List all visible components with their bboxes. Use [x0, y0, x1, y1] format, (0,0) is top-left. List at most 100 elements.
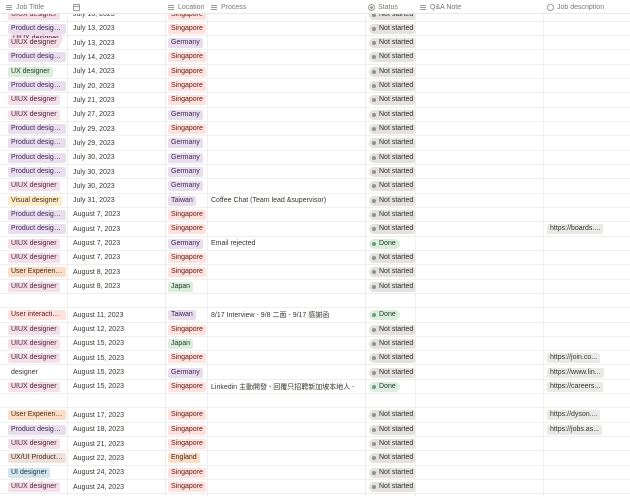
table-row[interactable]: User Experience... August 17, 2023 Singapo…: [0, 408, 630, 423]
date-cell[interactable]: [73, 394, 163, 408]
status-cell[interactable]: Not started: [369, 165, 415, 179]
job-description-cell[interactable]: [547, 208, 627, 222]
location-cell[interactable]: Singapore: [168, 423, 206, 437]
location-cell[interactable]: Singapore: [168, 437, 206, 451]
location-cell[interactable]: Singapore: [168, 466, 206, 480]
date-cell[interactable]: July 29, 2023: [73, 122, 163, 136]
date-cell[interactable]: August 8, 2023: [73, 265, 163, 279]
job-title-cell[interactable]: UIUX designer: [8, 380, 66, 394]
date-cell[interactable]: August 7, 2023: [73, 251, 163, 265]
location-cell[interactable]: Singapore: [168, 380, 206, 394]
job-description-cell[interactable]: [547, 136, 627, 150]
status-cell[interactable]: Not started: [369, 108, 415, 122]
process-cell[interactable]: [211, 108, 363, 122]
qa-note-cell[interactable]: [420, 466, 540, 480]
job-title-cell[interactable]: Product designer: [8, 79, 66, 93]
qa-note-cell[interactable]: [420, 79, 540, 93]
table-row[interactable]: [0, 394, 630, 409]
job-title-cell[interactable]: UX/UI Product d...: [8, 451, 66, 465]
table-row[interactable]: Product designer July 29, 2023 Germany Not …: [0, 136, 630, 151]
qa-note-cell[interactable]: [420, 50, 540, 64]
qa-note-cell[interactable]: [420, 222, 540, 236]
qa-note-cell[interactable]: [420, 451, 540, 465]
date-cell[interactable]: August 18, 2023: [73, 423, 163, 437]
table-row[interactable]: User interaction ... August 11, 2023 Taiwa…: [0, 308, 630, 323]
job-title-cell[interactable]: Product designer: [8, 122, 66, 136]
status-cell[interactable]: Not started: [369, 179, 415, 193]
date-cell[interactable]: August 7, 2023: [73, 208, 163, 222]
qa-note-cell[interactable]: [420, 251, 540, 265]
qa-note-cell[interactable]: [420, 208, 540, 222]
date-cell[interactable]: August 15, 2023: [73, 351, 163, 365]
job-title-cell[interactable]: designer: [8, 366, 66, 380]
process-cell[interactable]: [211, 222, 363, 236]
job-description-cell[interactable]: [547, 22, 627, 36]
process-cell[interactable]: [211, 79, 363, 93]
job-description-cell[interactable]: [547, 294, 627, 308]
job-title-cell[interactable]: UIUX designer: [8, 93, 66, 107]
location-cell[interactable]: Singapore: [168, 93, 206, 107]
table-row[interactable]: UIUX designer August 15, 2023 Japan Not sta…: [0, 337, 630, 352]
process-cell[interactable]: [211, 122, 363, 136]
job-description-cell[interactable]: [547, 237, 627, 251]
status-cell[interactable]: Not started: [369, 265, 415, 279]
table-row[interactable]: UX designer July 14, 2023 Singapore Not sta…: [0, 65, 630, 80]
job-description-cell[interactable]: [547, 151, 627, 165]
table-row[interactable]: Product designer August 18, 2023 Singapore…: [0, 423, 630, 438]
header-qa-note[interactable]: Q&A Note: [420, 0, 461, 14]
date-cell[interactable]: August 21, 2023: [73, 437, 163, 451]
job-description-cell[interactable]: [547, 36, 627, 50]
qa-note-cell[interactable]: [420, 136, 540, 150]
process-cell[interactable]: [211, 423, 363, 437]
table-row[interactable]: Product designer July 20, 2023 Singapore No…: [0, 79, 630, 94]
date-cell[interactable]: August 24, 2023: [73, 480, 163, 494]
status-cell[interactable]: Done: [369, 380, 415, 394]
status-cell[interactable]: Not started: [369, 437, 415, 451]
date-cell[interactable]: July 30, 2023: [73, 179, 163, 193]
date-cell[interactable]: August 22, 2023: [73, 451, 163, 465]
process-cell[interactable]: [211, 151, 363, 165]
location-cell[interactable]: Germany: [168, 366, 206, 380]
location-cell[interactable]: Singapore: [168, 323, 206, 337]
location-cell[interactable]: Singapore: [168, 79, 206, 93]
qa-note-cell[interactable]: [420, 308, 540, 322]
job-description-cell[interactable]: [547, 194, 627, 208]
process-cell[interactable]: [211, 36, 363, 50]
table-row[interactable]: Product designer August 7, 2023 Singapore N…: [0, 222, 630, 237]
job-description-cell[interactable]: [547, 50, 627, 64]
qa-note-cell[interactable]: [420, 337, 540, 351]
qa-note-cell[interactable]: [420, 237, 540, 251]
job-description-cell[interactable]: [547, 122, 627, 136]
qa-note-cell[interactable]: [420, 165, 540, 179]
table-row[interactable]: Product designer July 13, 2023 Singapore No…: [0, 22, 630, 43]
job-description-cell[interactable]: [547, 323, 627, 337]
date-cell[interactable]: August 15, 2023: [73, 337, 163, 351]
location-cell[interactable]: Singapore: [168, 480, 206, 494]
job-description-cell[interactable]: [547, 337, 627, 351]
header-status[interactable]: Status: [368, 0, 398, 14]
status-cell[interactable]: Not started: [369, 366, 415, 380]
process-cell[interactable]: [211, 337, 363, 351]
job-title-cell[interactable]: UIUX designer: [8, 179, 66, 193]
qa-note-cell[interactable]: [420, 36, 540, 50]
qa-note-cell[interactable]: [420, 179, 540, 193]
location-cell[interactable]: [168, 394, 206, 408]
process-cell[interactable]: [211, 351, 363, 365]
job-description-cell[interactable]: https://dyson....: [547, 408, 627, 422]
date-cell[interactable]: July 31, 2023: [73, 194, 163, 208]
job-description-link[interactable]: https://www.lin...: [547, 367, 604, 378]
process-cell[interactable]: [211, 93, 363, 107]
job-title-cell[interactable]: UIUX designer: [8, 351, 66, 365]
date-cell[interactable]: July 13, 2023: [73, 36, 163, 50]
qa-note-cell[interactable]: [420, 366, 540, 380]
job-title-cell[interactable]: UIUX designer: [8, 323, 66, 337]
date-cell[interactable]: July 14, 2023: [73, 50, 163, 64]
table-row[interactable]: UIUX designer August 21, 2023 Singapore Not…: [0, 437, 630, 452]
table-row[interactable]: UIUX designer July 30, 2023 Germany Not sta…: [0, 179, 630, 194]
qa-note-cell[interactable]: [420, 280, 540, 294]
location-cell[interactable]: Germany: [168, 36, 206, 50]
location-cell[interactable]: Singapore: [168, 22, 206, 36]
process-cell[interactable]: [211, 136, 363, 150]
qa-note-cell[interactable]: [420, 351, 540, 365]
location-cell[interactable]: Germany: [168, 108, 206, 122]
